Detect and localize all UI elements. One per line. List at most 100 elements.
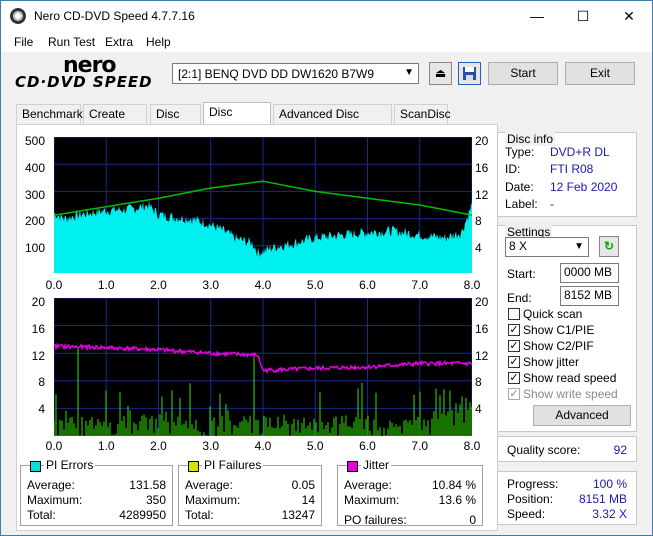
pi-errors-max-label: Maximum: xyxy=(27,493,83,507)
disc-info-heading: Disc info xyxy=(505,132,556,146)
menu-run-test[interactable]: Run Test xyxy=(48,35,95,49)
show-c1-label: Show C1/PIE xyxy=(523,323,595,337)
end-position-input[interactable]: 8152 MB xyxy=(560,286,619,306)
show-read-speed-label: Show read speed xyxy=(523,371,617,385)
pi-failures-total: 13247 xyxy=(281,508,315,522)
pi-errors-title: PI Errors xyxy=(44,458,96,472)
start-button[interactable]: Start xyxy=(488,62,558,85)
quality-score-label: Quality score: xyxy=(507,443,581,457)
jitter-avg: 10.84 % xyxy=(431,478,476,492)
show-jitter-label: Show jitter xyxy=(523,355,580,369)
jitter-max: 13.6 % xyxy=(438,493,476,507)
pi-failures-max: 14 xyxy=(301,493,315,507)
menu-bar: File Run Test Extra Help xyxy=(1,32,652,52)
exit-button[interactable]: Exit xyxy=(565,62,635,85)
quick-scan-checkbox[interactable] xyxy=(508,308,520,320)
jitter-title: Jitter xyxy=(361,458,392,472)
x-tick: 8.0 xyxy=(463,439,481,453)
app-window: Nero CD-DVD Speed 4.7.7.16 — ☐ ✕ File Ru… xyxy=(0,0,653,536)
eject-icon[interactable]: ⏏ xyxy=(429,62,452,85)
menu-help[interactable]: Help xyxy=(146,35,171,49)
y-left-tick: 200 xyxy=(24,214,45,228)
pi-failures-avg: 0.05 xyxy=(291,478,315,492)
maximize-button[interactable]: ☐ xyxy=(560,1,606,32)
disc-type: DVD+R DL xyxy=(550,145,610,159)
save-icon[interactable] xyxy=(458,62,481,85)
pi-failures-max-label: Maximum: xyxy=(185,493,241,507)
show-c1-checkbox[interactable]: ✓ xyxy=(508,324,520,336)
pi-failures-avg-label: Average: xyxy=(185,478,233,492)
x-tick: 8.0 xyxy=(463,278,481,292)
disc-label: - xyxy=(550,197,554,211)
settings-group: Settings 8 X ▼ ↻ Start: 0000 MB End: 815… xyxy=(497,225,637,432)
x-tick: 0.0 xyxy=(45,439,63,453)
pi-errors-legend-swatch xyxy=(30,461,41,472)
pi-failures-chart xyxy=(53,297,473,437)
x-tick: 4.0 xyxy=(254,439,272,453)
menu-file[interactable]: File xyxy=(14,35,33,49)
pi-errors-chart-svg xyxy=(53,136,473,274)
jitter-stats: Jitter Average: 10.84 % Maximum: 13.6 % … xyxy=(337,458,483,527)
advanced-button[interactable]: Advanced xyxy=(533,405,631,426)
y-left-tick: 500 xyxy=(24,134,45,148)
disc-type-label: Type: xyxy=(505,145,535,159)
x-tick: 7.0 xyxy=(411,439,429,453)
end-position-label: End: xyxy=(507,291,532,305)
disc-label-label: Label: xyxy=(505,197,538,211)
pi-errors-chart xyxy=(53,136,473,274)
tab-disc-quality[interactable]: Disc Quality xyxy=(203,102,271,137)
refresh-icon[interactable]: ↻ xyxy=(599,236,619,257)
pi-errors-avg-label: Average: xyxy=(27,478,75,492)
tab-scandisc[interactable]: ScanDisc xyxy=(394,104,451,124)
y-left-tick: 16 xyxy=(31,322,45,336)
quality-score: 92 xyxy=(613,443,627,457)
speed-select[interactable]: 8 X ▼ xyxy=(505,237,589,257)
y-left-tick: 8 xyxy=(38,375,45,389)
x-tick: 3.0 xyxy=(202,278,220,292)
quality-score-group: Quality score: 92 xyxy=(497,436,637,462)
show-read-speed-checkbox[interactable]: ✓ xyxy=(508,372,520,384)
drive-select-value: [2:1] BENQ DVD DD DW1620 B7W9 xyxy=(178,67,375,81)
drive-select[interactable]: [2:1] BENQ DVD DD DW1620 B7W9 ▼ xyxy=(172,63,419,84)
show-c2-checkbox[interactable]: ✓ xyxy=(508,340,520,352)
pi-failures-stats: PI Failures Average: 0.05 Maximum: 14 To… xyxy=(178,458,322,526)
tab-disc-info[interactable]: Disc Info xyxy=(150,104,201,139)
x-tick: 4.0 xyxy=(254,278,272,292)
title-bar: Nero CD-DVD Speed 4.7.7.16 — ☐ ✕ xyxy=(1,1,652,32)
show-jitter-checkbox[interactable]: ✓ xyxy=(508,356,520,368)
po-failures: 0 xyxy=(469,513,476,527)
pi-failures-title: PI Failures xyxy=(202,458,264,472)
pi-failures-legend-swatch xyxy=(188,461,199,472)
pi-errors-total-label: Total: xyxy=(27,508,56,522)
start-position-input[interactable]: 0000 MB xyxy=(560,263,619,283)
x-tick: 1.0 xyxy=(97,278,115,292)
minimize-button[interactable]: — xyxy=(514,1,560,32)
close-button[interactable]: ✕ xyxy=(606,1,652,32)
pi-errors-stats: PI Errors Average: 131.58 Maximum: 350 T… xyxy=(20,458,173,526)
x-tick: 5.0 xyxy=(306,278,324,292)
jitter-max-label: Maximum: xyxy=(344,493,400,507)
show-write-speed-label: Show write speed xyxy=(523,387,618,401)
quick-scan-label: Quick scan xyxy=(523,307,583,321)
y-left-tick: 4 xyxy=(38,402,45,416)
progress-value: 100 % xyxy=(592,477,627,491)
speed-value: 3.32 X xyxy=(592,507,627,521)
menu-extra[interactable]: Extra xyxy=(105,35,133,49)
x-tick: 0.0 xyxy=(45,278,63,292)
pi-failures-total-label: Total: xyxy=(185,508,214,522)
tab-advanced-disc-quality[interactable]: Advanced Disc Quality xyxy=(273,104,392,139)
tab-benchmark[interactable]: Benchmark xyxy=(16,104,83,124)
jitter-avg-label: Average: xyxy=(344,478,392,492)
chevron-down-icon: ▼ xyxy=(404,67,414,78)
disc-id-label: ID: xyxy=(505,162,521,176)
window-title: Nero CD-DVD Speed 4.7.7.16 xyxy=(34,9,195,23)
app-disc-icon xyxy=(10,8,26,24)
y-left-tick: 300 xyxy=(24,188,45,202)
nero-logo: nero CD·DVD SPEED xyxy=(15,53,165,95)
x-tick: 5.0 xyxy=(306,439,324,453)
progress-group: Progress: 100 % Position: 8151 MB Speed:… xyxy=(497,471,637,525)
show-c2-label: Show C2/PIF xyxy=(523,339,594,353)
chevron-down-icon: ▼ xyxy=(574,241,584,252)
tab-create-disc[interactable]: Create Disc xyxy=(83,104,147,139)
speed-label: Speed: xyxy=(507,507,546,521)
